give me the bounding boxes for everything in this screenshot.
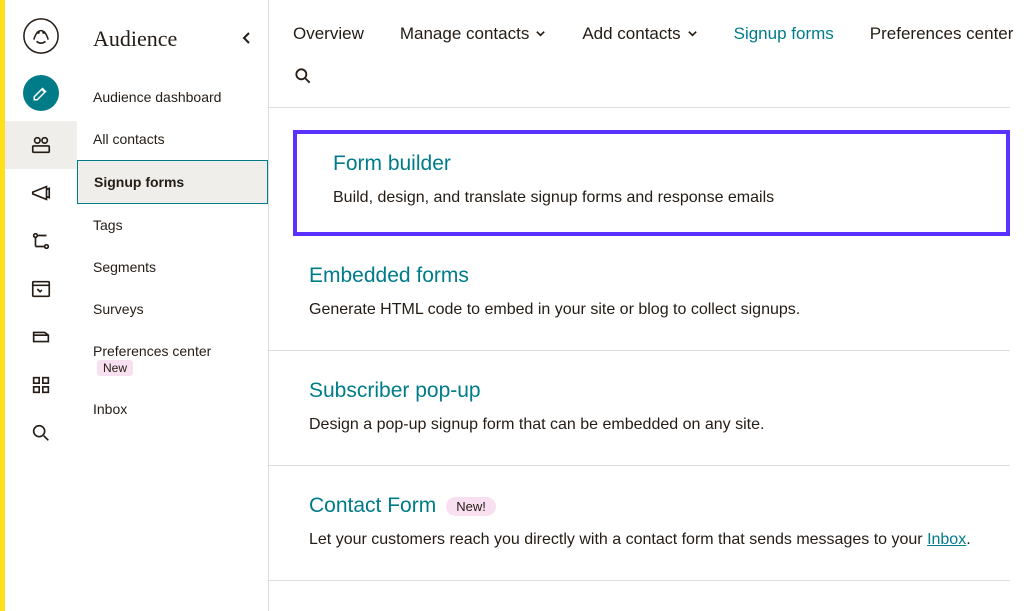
new-badge: New! <box>446 497 496 516</box>
main-content: Overview Manage contacts Add contacts Si… <box>269 0 1026 611</box>
sidebar-item-tags[interactable]: Tags <box>77 204 268 246</box>
tab-label: Add contacts <box>582 24 680 44</box>
card-desc: Generate HTML code to embed in your site… <box>309 298 986 322</box>
tab-label: Manage contacts <box>400 24 529 44</box>
search-row[interactable] <box>269 58 1010 108</box>
tab-manage-contacts[interactable]: Manage contacts <box>400 24 546 44</box>
icon-rail <box>5 0 77 611</box>
desc-text: Let your customers reach you directly wi… <box>309 531 927 548</box>
new-badge: New <box>97 360 133 376</box>
sidebar-item-label: Surveys <box>93 301 144 317</box>
desc-text: . <box>966 531 970 548</box>
tab-overview[interactable]: Overview <box>293 24 364 44</box>
sidebar-item-label: Tags <box>93 217 123 233</box>
sidebar-item-inbox[interactable]: Inbox <box>77 388 268 430</box>
card-form-builder[interactable]: Form builder Build, design, and translat… <box>293 130 1010 236</box>
inbox-link[interactable]: Inbox <box>927 531 966 548</box>
card-subscriber-popup[interactable]: Subscriber pop-up Design a pop-up signup… <box>269 351 1010 466</box>
sidebar-title: Audience <box>93 26 177 52</box>
card-title-text: Contact Form <box>309 494 436 518</box>
rail-content-icon[interactable] <box>5 313 77 361</box>
card-title: Embedded forms <box>309 264 986 288</box>
logo-icon[interactable] <box>23 18 59 59</box>
card-embedded-forms[interactable]: Embedded forms Generate HTML code to emb… <box>269 236 1010 351</box>
chevron-down-icon <box>535 24 546 44</box>
rail-website-icon[interactable] <box>5 265 77 313</box>
sidebar-item-label: Segments <box>93 259 156 275</box>
chevron-down-icon <box>687 24 698 44</box>
tab-label: Signup forms <box>734 24 834 44</box>
sidebar-item-signup-forms[interactable]: Signup forms <box>77 160 268 204</box>
sidebar-item-surveys[interactable]: Surveys <box>77 288 268 330</box>
sidebar-item-label: Signup forms <box>94 174 184 190</box>
sidebar: Audience Audience dashboard All contacts… <box>77 0 269 611</box>
tab-label: Preferences center <box>870 24 1014 44</box>
rail-automations-icon[interactable] <box>5 217 77 265</box>
rail-audience-icon[interactable] <box>5 121 77 169</box>
tab-label: Overview <box>293 24 364 44</box>
card-title: Contact Form New! <box>309 494 986 518</box>
rail-integrations-icon[interactable] <box>5 361 77 409</box>
tab-signup-forms[interactable]: Signup forms <box>734 24 834 44</box>
sidebar-item-segments[interactable]: Segments <box>77 246 268 288</box>
card-desc: Design a pop-up signup form that can be … <box>309 413 986 437</box>
sidebar-collapse-icon[interactable] <box>242 29 252 50</box>
rail-campaigns-icon[interactable] <box>5 169 77 217</box>
sidebar-item-dashboard[interactable]: Audience dashboard <box>77 76 268 118</box>
card-title: Form builder <box>333 152 986 176</box>
sidebar-item-label: All contacts <box>93 131 165 147</box>
tabs-bar: Overview Manage contacts Add contacts Si… <box>269 24 1026 58</box>
create-button[interactable] <box>23 75 59 111</box>
sidebar-item-label: Audience dashboard <box>93 89 221 105</box>
sidebar-item-preferences[interactable]: Preferences center New <box>77 330 268 388</box>
card-title: Subscriber pop-up <box>309 379 986 403</box>
search-icon <box>293 73 313 90</box>
card-desc: Let your customers reach you directly wi… <box>309 528 986 552</box>
card-desc: Build, design, and translate signup form… <box>333 186 986 210</box>
sidebar-item-label: Preferences center <box>93 343 211 359</box>
card-contact-form[interactable]: Contact Form New! Let your customers rea… <box>269 466 1010 581</box>
rail-search-icon[interactable] <box>5 409 77 457</box>
sidebar-item-label: Inbox <box>93 401 127 417</box>
tab-add-contacts[interactable]: Add contacts <box>582 24 697 44</box>
sidebar-item-all-contacts[interactable]: All contacts <box>77 118 268 160</box>
tab-preferences-center[interactable]: Preferences center <box>870 24 1014 44</box>
